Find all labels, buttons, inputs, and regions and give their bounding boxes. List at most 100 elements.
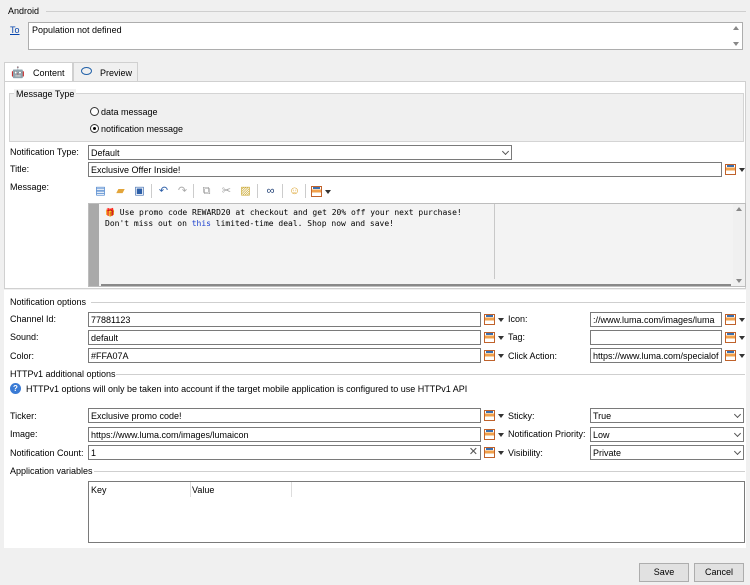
radio-notification-message[interactable]: [90, 124, 99, 133]
image-personalize-button[interactable]: [484, 428, 506, 442]
personalize-icon: [725, 164, 736, 175]
message-line-2b: limited-time deal. Shop now and save!: [210, 219, 394, 228]
open-folder-icon[interactable]: ▰: [114, 185, 127, 198]
android-icon: 🤖: [11, 67, 25, 79]
icon-personalize-button[interactable]: [725, 313, 747, 327]
notification-type-select[interactable]: Default: [88, 145, 512, 160]
color-personalize-button[interactable]: [484, 349, 506, 363]
paste-icon[interactable]: ▨: [239, 185, 252, 198]
title-label: Title:: [10, 164, 30, 174]
personalize-icon: [484, 447, 495, 458]
editor-gutter: [89, 204, 99, 286]
sound-personalize-button[interactable]: [484, 331, 506, 345]
chevron-down-icon: [733, 410, 742, 419]
scroll-up-icon[interactable]: [736, 207, 742, 211]
toolbar-separator: [282, 184, 283, 198]
message-editor[interactable]: 🎁 Use promo code REWARD20 at checkout an…: [88, 203, 746, 287]
info-icon: ?: [10, 383, 21, 394]
column-value-label: Value: [192, 485, 215, 495]
tab-content[interactable]: 🤖 Content: [4, 62, 73, 81]
message-keyword: this: [191, 219, 211, 228]
message-label: Message:: [10, 182, 50, 192]
find-binoculars-icon[interactable]: ∞: [264, 185, 277, 198]
save-button[interactable]: Save: [639, 563, 689, 582]
editor-margin-line: [494, 204, 495, 279]
population-field[interactable]: Population not defined: [28, 22, 743, 50]
toolbar-separator: [151, 184, 152, 198]
tag-label: Tag:: [508, 332, 526, 342]
visibility-select[interactable]: Private: [590, 445, 744, 460]
sound-input[interactable]: default: [88, 330, 481, 345]
copy-icon[interactable]: ⧉: [200, 185, 213, 198]
chevron-down-icon: [501, 147, 510, 156]
save-icon[interactable]: ▣: [133, 185, 146, 198]
title-input[interactable]: Exclusive Offer Inside!: [88, 162, 722, 177]
undo-icon[interactable]: ↶: [157, 185, 170, 198]
dropdown-arrow-icon: [498, 451, 504, 455]
ticker-personalize-button[interactable]: [484, 409, 506, 423]
notification-priority-select[interactable]: Low: [590, 427, 744, 442]
tag-personalize-button[interactable]: [725, 331, 747, 345]
channel-id-input[interactable]: 77881123: [88, 312, 481, 327]
personalize-icon: [311, 186, 322, 197]
radio-data-message[interactable]: [90, 107, 99, 116]
notification-count-personalize-button[interactable]: [484, 446, 506, 460]
sticky-value: True: [593, 411, 612, 421]
notification-type-label: Notification Type:: [10, 147, 79, 157]
click-action-personalize-button[interactable]: [725, 349, 747, 363]
title-personalize-button[interactable]: [725, 163, 747, 177]
tab-preview[interactable]: Preview: [73, 62, 138, 81]
icon-value: ://www.luma.com/images/luma: [593, 315, 715, 325]
dropdown-arrow-icon: [498, 336, 504, 340]
icon-input[interactable]: ://www.luma.com/images/luma: [590, 312, 722, 327]
message-personalize-button[interactable]: [311, 185, 333, 199]
new-document-icon[interactable]: ▤: [94, 185, 107, 198]
clear-icon[interactable]: ✕: [469, 446, 478, 458]
image-value: https://www.luma.com/images/lumaicon: [91, 430, 249, 440]
image-input[interactable]: https://www.luma.com/images/lumaicon: [88, 427, 481, 442]
emoji-icon[interactable]: ☺: [288, 185, 301, 198]
column-separator: [190, 482, 191, 497]
dropdown-arrow-icon: [498, 318, 504, 322]
radio-notification-message-label: notification message: [101, 124, 184, 134]
sticky-label: Sticky:: [508, 411, 535, 421]
personalize-icon: [725, 350, 736, 361]
editor-hscroll[interactable]: [101, 284, 731, 286]
message-text: 🎁 Use promo code REWARD20 at checkout an…: [105, 207, 462, 229]
dropdown-arrow-icon: [739, 168, 745, 172]
channel-id-personalize-button[interactable]: [484, 313, 506, 327]
eye-icon: [81, 67, 92, 75]
cancel-button[interactable]: Cancel: [694, 563, 744, 582]
toolbar-separator: [193, 184, 194, 198]
population-scrollbar[interactable]: [730, 23, 742, 49]
radio-data-message-label: data message: [101, 107, 158, 117]
tab-preview-label: Preview: [100, 68, 133, 78]
redo-icon[interactable]: ↷: [176, 185, 189, 198]
personalize-icon: [484, 314, 495, 325]
color-input[interactable]: #FFA07A: [88, 348, 481, 363]
dropdown-arrow-icon: [739, 336, 745, 340]
notification-count-value: 1: [91, 448, 97, 458]
channel-id-label: Channel Id:: [10, 314, 57, 324]
column-key-label: Key: [91, 485, 107, 495]
scroll-up-icon[interactable]: [733, 26, 739, 30]
sticky-select[interactable]: True: [590, 408, 744, 423]
ticker-input[interactable]: Exclusive promo code!: [88, 408, 481, 423]
click-action-input[interactable]: https://www.luma.com/specialof: [590, 348, 722, 363]
tag-input[interactable]: [590, 330, 722, 345]
scroll-down-icon[interactable]: [736, 279, 742, 283]
variables-table[interactable]: Key Value: [88, 481, 745, 543]
to-link[interactable]: To: [10, 24, 20, 36]
httpv1-title: HTTPv1 additional options: [10, 369, 116, 379]
editor-vscroll[interactable]: [733, 204, 745, 286]
scroll-down-icon[interactable]: [733, 42, 739, 46]
channel-id-value: 77881123: [91, 315, 131, 325]
visibility-value: Private: [593, 448, 622, 458]
tab-content-label: Content: [33, 68, 65, 78]
chevron-down-icon: [733, 447, 742, 456]
notification-count-input[interactable]: 1 ✕: [88, 445, 481, 460]
android-group-title: Android: [8, 6, 40, 16]
ticker-value: Exclusive promo code!: [91, 411, 182, 421]
cut-icon[interactable]: ✂: [220, 185, 233, 198]
notification-count-label: Notification Count:: [10, 448, 84, 458]
